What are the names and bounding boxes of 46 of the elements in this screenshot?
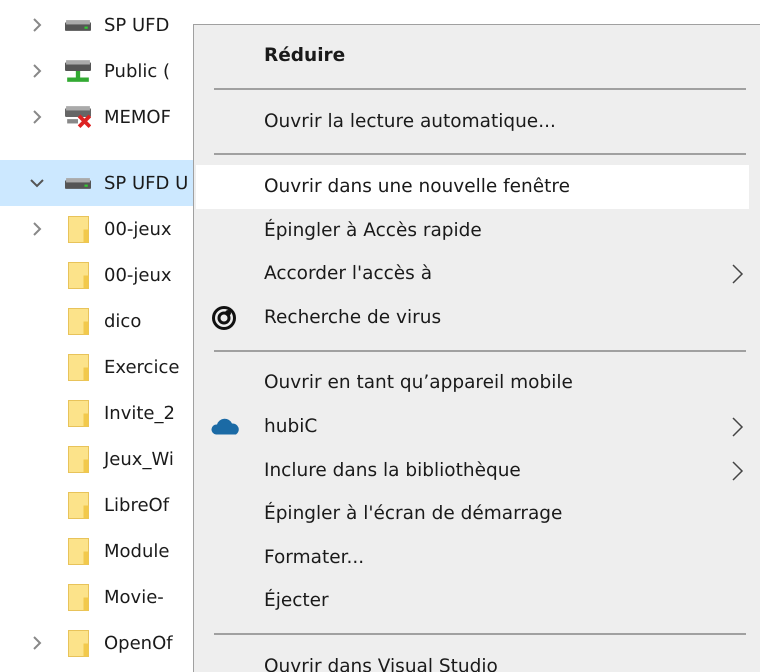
tree-item[interactable]: LibreOf [0,482,193,528]
folder-icon [68,538,88,564]
cloud-icon [211,418,239,436]
tree-item[interactable]: Invite_2 [0,390,193,436]
tree-item[interactable]: dico [0,298,193,344]
menu-item[interactable]: Ouvrir la lecture automatique... [196,100,749,144]
network-drive-icon [65,60,91,82]
tree-item[interactable]: Jeux_Wi [0,436,193,482]
drive-icon [65,20,91,30]
drive-icon [65,178,91,188]
submenu-chevron-icon[interactable] [731,416,745,438]
menu-item[interactable]: Épingler à l'écran de démarrage [196,492,749,536]
folder-icon [68,492,88,518]
scan-icon [211,304,237,331]
folder-icon [68,400,88,426]
tree-item[interactable]: SP UFD U [0,160,193,206]
folder-icon [68,630,88,656]
folder-icon [68,216,88,242]
menu-item[interactable]: Inclure dans la bibliothèque [196,448,749,492]
menu-item[interactable]: Réduire [196,34,749,78]
tree-item[interactable]: 00-jeux [0,252,193,298]
tree-item[interactable]: 00-jeux [0,206,193,252]
menu-item[interactable]: Ouvrir dans Visual Studio [196,645,749,672]
tree-item[interactable]: Public ( [0,48,193,94]
menu-item[interactable]: Accorder l'accès à [196,252,749,296]
menu-item[interactable]: Épingler à Accès rapide [196,208,749,252]
folder-icon [68,446,88,472]
disconnected-drive-icon [65,106,91,128]
tree-item[interactable]: Movie- [0,574,193,620]
submenu-chevron-icon[interactable] [731,263,745,286]
submenu-chevron-icon[interactable] [731,460,745,482]
menu-item[interactable]: Ouvrir dans une nouvelle fenêtre [196,165,749,209]
tree-item[interactable]: OpenOf [0,620,193,666]
menu-item[interactable]: Recherche de virus [196,296,749,340]
tree-item[interactable]: Exercice [0,344,193,390]
folder-icon [68,308,88,334]
menu-item[interactable]: Éjecter [196,580,749,624]
menu-item[interactable]: Formater... [196,536,749,580]
tree-item[interactable]: Module [0,528,193,574]
tree-item[interactable]: MEMOF [0,94,193,140]
folder-icon [68,354,88,380]
folder-icon [68,262,88,288]
menu-item[interactable]: Ouvrir en tant qu’appareil mobile [196,362,749,406]
folder-icon [68,584,88,610]
tree-item[interactable]: SP UFD [0,2,193,48]
menu-item[interactable]: hubiC [196,405,749,449]
